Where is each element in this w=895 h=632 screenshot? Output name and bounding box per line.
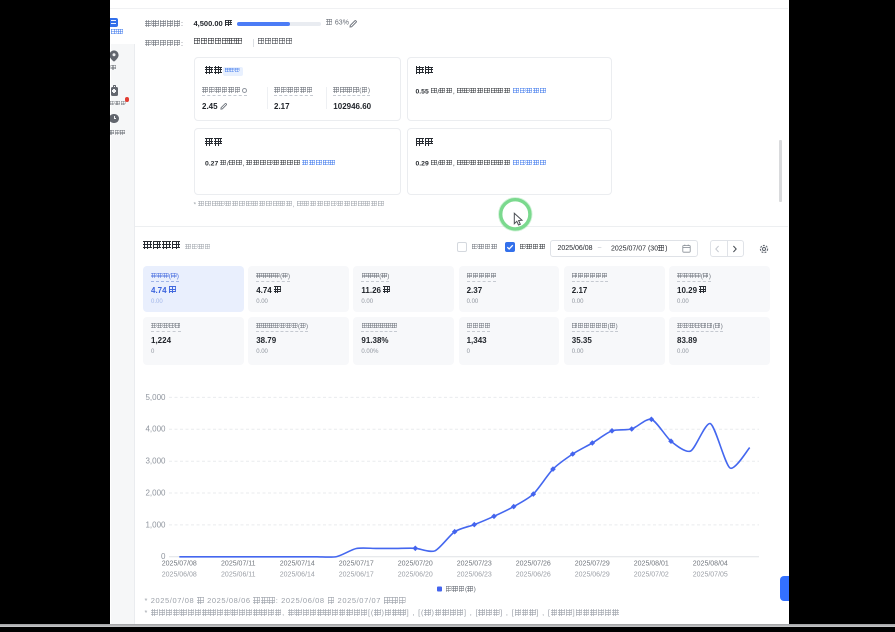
svg-text:1,000: 1,000 — [145, 520, 166, 529]
svg-text:2025/07/14: 2025/07/14 — [280, 561, 315, 568]
svg-text:3,000: 3,000 — [145, 457, 166, 466]
svg-text:2025/06/14: 2025/06/14 — [280, 572, 315, 579]
svg-text:2025/06/29: 2025/06/29 — [575, 572, 610, 579]
svg-text:2025/07/29: 2025/07/29 — [575, 561, 610, 568]
svg-text:5,000: 5,000 — [145, 393, 166, 402]
svg-text:2025/07/11: 2025/07/11 — [221, 561, 256, 568]
svg-text:2025/06/20: 2025/06/20 — [398, 572, 433, 579]
svg-text:2025/07/17: 2025/07/17 — [339, 561, 374, 568]
svg-text:2025/06/26: 2025/06/26 — [516, 572, 551, 579]
svg-text:2025/07/26: 2025/07/26 — [516, 561, 551, 568]
svg-text:2025/06/23: 2025/06/23 — [457, 572, 492, 579]
svg-text:4,000: 4,000 — [145, 425, 166, 434]
svg-text:2025/07/02: 2025/07/02 — [634, 572, 669, 579]
svg-text:2025/06/11: 2025/06/11 — [221, 572, 256, 579]
svg-text:2,000: 2,000 — [145, 488, 166, 497]
svg-text:2025/07/20: 2025/07/20 — [398, 561, 433, 568]
svg-text:2025/08/04: 2025/08/04 — [693, 561, 728, 568]
svg-text:2025/08/01: 2025/08/01 — [634, 561, 669, 568]
svg-text:2025/07/23: 2025/07/23 — [457, 561, 492, 568]
svg-text:2025/07/08: 2025/07/08 — [162, 561, 197, 568]
svg-text:2025/06/08: 2025/06/08 — [162, 572, 197, 579]
svg-text:2025/07/05: 2025/07/05 — [693, 572, 728, 579]
svg-text:2025/06/17: 2025/06/17 — [339, 572, 374, 579]
